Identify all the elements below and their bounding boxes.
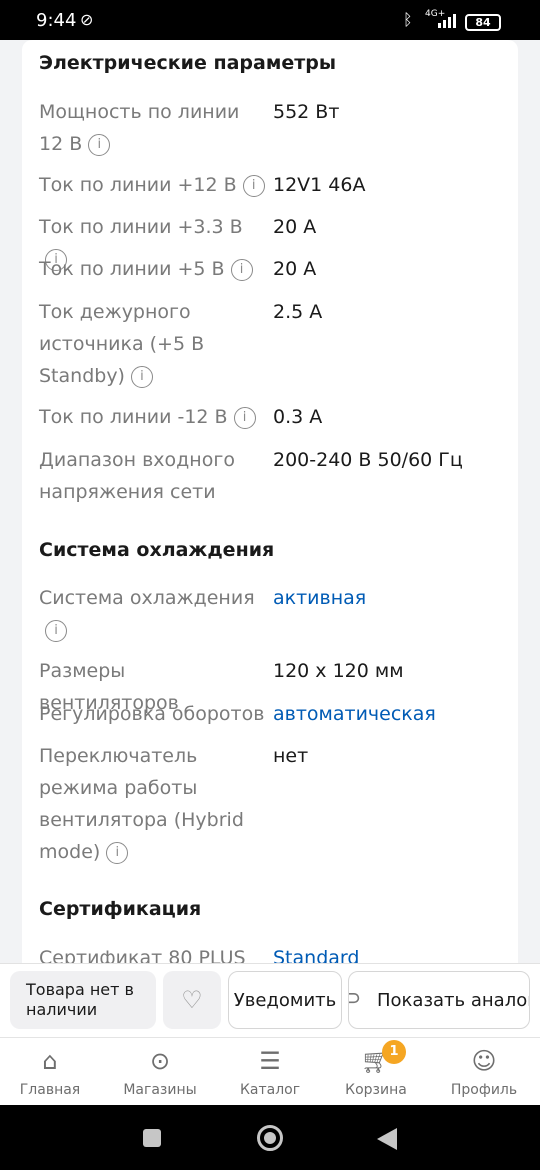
section-title-electrical: Электрические параметры bbox=[39, 52, 337, 74]
spec-label: Мощность по линии 12 Вi bbox=[39, 101, 240, 156]
system-navigation-bar bbox=[0, 1105, 540, 1170]
spec-label: Сертификат 80 PLUS bbox=[39, 947, 246, 964]
signal-icon bbox=[438, 12, 460, 28]
spec-label: Ток дежурного источника (+5 В Standby) i bbox=[39, 301, 205, 388]
section-title-certification: Сертификация bbox=[39, 898, 202, 920]
spec-label: Ток по линии +12 Вi bbox=[39, 169, 269, 201]
spec-label: Диапазон входного напряжения сети bbox=[39, 449, 235, 503]
home-icon: ⌂ bbox=[42, 1047, 58, 1075]
spec-value-link[interactable]: автоматическая bbox=[273, 698, 436, 730]
out-of-stock-label: Товара нет в наличии bbox=[10, 971, 156, 1029]
spec-label: Ток по линии -12 Вi bbox=[39, 401, 269, 433]
nav-label: Магазины bbox=[123, 1082, 197, 1098]
home-button-icon[interactable] bbox=[257, 1125, 283, 1151]
nav-label: Профиль bbox=[450, 1082, 518, 1098]
cart-count-badge: 1 bbox=[382, 1040, 406, 1064]
spec-value: 20 А bbox=[273, 216, 317, 238]
bottom-navigation: ⌂ Главная ⊙ Магазины ☰ Каталог 🛒︎ 1 Корз… bbox=[0, 1037, 540, 1105]
spec-value: нет bbox=[273, 745, 309, 767]
heart-icon: ♡ bbox=[181, 986, 203, 1014]
info-icon[interactable]: i bbox=[88, 133, 111, 156]
spec-label: Переключатель режима работы вентилятора … bbox=[39, 745, 244, 864]
battery-icon: 84 bbox=[465, 14, 501, 31]
catalog-search-icon: ☰ bbox=[259, 1047, 281, 1075]
nav-item-catalog[interactable]: ☰ Каталог bbox=[220, 1046, 320, 1098]
spec-value-link[interactable]: Standard bbox=[273, 942, 359, 964]
spec-value: 552 Вт bbox=[273, 101, 340, 123]
status-bar: 9:44 ⊘ ᛒ 4G+ 84 bbox=[0, 0, 540, 40]
favorite-button[interactable]: ♡ bbox=[163, 971, 221, 1029]
spec-value: 0.3 А bbox=[273, 406, 323, 428]
product-specs: Электрические параметры Мощность по лини… bbox=[0, 40, 540, 964]
info-icon[interactable]: i bbox=[233, 406, 256, 429]
back-icon[interactable] bbox=[377, 1128, 397, 1150]
info-icon[interactable]: i bbox=[242, 174, 265, 197]
nav-item-profile[interactable]: ☺ Профиль bbox=[434, 1046, 534, 1098]
nav-item-home[interactable]: ⌂ Главная bbox=[0, 1046, 100, 1098]
spec-label: Система охлажденияi bbox=[39, 582, 269, 646]
profile-icon: ☺ bbox=[471, 1047, 497, 1075]
do-not-disturb-icon: ⊘ bbox=[80, 10, 94, 29]
cart-icon: 🛒︎ bbox=[360, 1047, 392, 1075]
info-icon[interactable]: i bbox=[45, 619, 67, 642]
status-time: 9:44 bbox=[36, 10, 77, 31]
spec-label: Ток по линии +5 Вi bbox=[39, 253, 269, 285]
nav-label: Главная bbox=[19, 1082, 81, 1098]
notify-button[interactable]: Уведомить bbox=[228, 971, 342, 1029]
show-analogs-label: Показать аналоги bbox=[377, 989, 529, 1011]
spec-value-link[interactable]: активная bbox=[273, 582, 366, 614]
compare-icon: ⊃ bbox=[349, 986, 361, 1011]
product-action-bar: Товара нет в наличии ♡ Уведомить ⊃ Показ… bbox=[0, 963, 540, 1037]
info-icon[interactable]: i bbox=[130, 365, 153, 388]
nav-item-stores[interactable]: ⊙ Магазины bbox=[110, 1046, 210, 1098]
nav-label: Каталог bbox=[239, 1082, 301, 1098]
recent-apps-icon[interactable] bbox=[143, 1129, 161, 1147]
spec-value: 12V1 46A bbox=[273, 174, 366, 196]
spec-label: Регулировка оборотов bbox=[39, 703, 265, 725]
show-analogs-button[interactable]: ⊃ Показать аналоги bbox=[348, 971, 530, 1029]
spec-value: 20 А bbox=[273, 258, 317, 280]
nav-label: Корзина bbox=[345, 1082, 407, 1098]
spec-value: 120 x 120 мм bbox=[273, 660, 404, 682]
location-pin-icon: ⊙ bbox=[149, 1047, 171, 1075]
section-title-cooling: Система охлаждения bbox=[39, 539, 275, 561]
spec-value: 200-240 В 50/60 Гц bbox=[273, 449, 463, 471]
spec-value: 2.5 А bbox=[273, 301, 323, 323]
info-icon[interactable]: i bbox=[106, 841, 129, 864]
nav-item-cart[interactable]: 🛒︎ 1 Корзина bbox=[326, 1040, 426, 1098]
bluetooth-icon: ᛒ bbox=[403, 10, 413, 29]
info-icon[interactable]: i bbox=[230, 258, 253, 281]
